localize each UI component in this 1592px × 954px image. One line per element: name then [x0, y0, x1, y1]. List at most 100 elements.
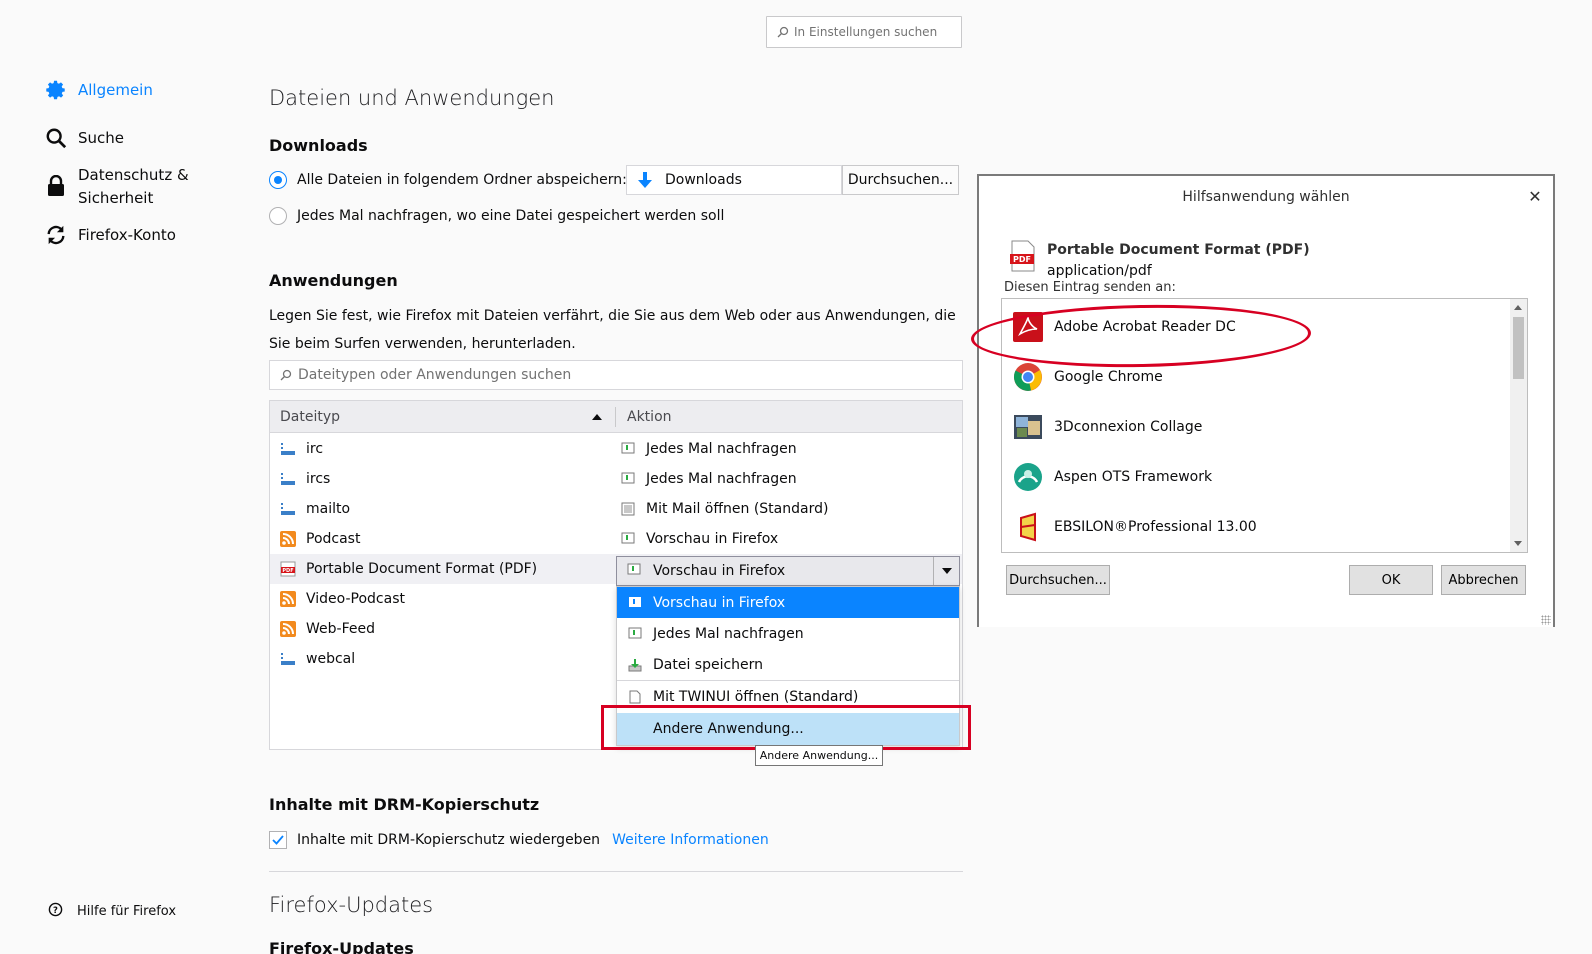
- pdf-icon: PDF: [1009, 240, 1037, 282]
- feed-icon: [280, 621, 296, 637]
- mail-app-icon: [620, 501, 636, 517]
- chevron-down-icon[interactable]: [933, 557, 959, 585]
- table-row[interactable]: Podcast Vorschau in Firefox: [270, 524, 962, 554]
- menu-item-preview[interactable]: Vorschau in Firefox: [617, 587, 959, 618]
- ask-icon: [620, 471, 636, 487]
- filetype-label: webcal: [306, 651, 356, 667]
- helper-app-dialog: Hilfsanwendung wählen ✕ PDF Portable Doc…: [977, 174, 1555, 627]
- always-ask-label: Jedes Mal nachfragen, wo eine Datei gesp…: [297, 208, 725, 224]
- drm-checkbox-label: Inhalte mit DRM-Kopierschutz wiedergeben: [297, 832, 601, 848]
- help-link[interactable]: ? Hilfe für Firefox: [48, 902, 176, 921]
- browse-download-folder-button[interactable]: Durchsuchen...: [842, 165, 959, 195]
- gear-icon: [44, 78, 68, 102]
- feed-icon: [280, 591, 296, 607]
- sidebar-item-datenschutz[interactable]: Datenschutz & Sicherheit: [44, 164, 189, 210]
- filetype-search-input[interactable]: Dateitypen oder Anwendungen suchen: [269, 360, 963, 390]
- table-header: Dateityp Aktion: [270, 401, 962, 433]
- svg-text:PDF: PDF: [282, 568, 293, 574]
- table-row[interactable]: irc Jedes Mal nachfragen: [270, 434, 962, 464]
- dialog-browse-button[interactable]: Durchsuchen...: [1006, 565, 1110, 595]
- download-arrow-icon: [638, 172, 652, 188]
- dialog-file-type: Portable Document Format (PDF): [1047, 242, 1310, 258]
- ask-icon: [620, 531, 636, 547]
- menu-item-label: Jedes Mal nachfragen: [653, 625, 804, 642]
- table-row[interactable]: mailto Mit Mail öffnen (Standard): [270, 494, 962, 524]
- page-title: Dateien und Anwendungen: [269, 86, 555, 110]
- drm-more-info-link[interactable]: Weitere Informationen: [612, 832, 769, 848]
- protocol-icon: [280, 441, 296, 457]
- download-folder-name: Downloads: [665, 172, 742, 188]
- ebsilon-icon: [1012, 511, 1044, 543]
- table-row[interactable]: ircs Jedes Mal nachfragen: [270, 464, 962, 494]
- sort-ascending-icon: [592, 414, 602, 420]
- filetype-label: ircs: [306, 471, 331, 487]
- radio-selected[interactable]: [269, 171, 287, 189]
- list-item-3dconnexion[interactable]: 3Dconnexion Collage: [1012, 402, 1202, 452]
- svg-text:PDF: PDF: [1013, 255, 1031, 264]
- chrome-icon: [1012, 361, 1044, 393]
- save-to-folder-radio[interactable]: Alle Dateien in folgendem Ordner abspeic…: [269, 171, 627, 189]
- list-item-ebsilon[interactable]: EBSILON®Professional 13.00: [1012, 502, 1257, 552]
- sidebar-item-label: Datenschutz &: [78, 166, 189, 184]
- sidebar-item-label: Allgemein: [78, 81, 153, 99]
- download-folder-field[interactable]: Downloads: [626, 165, 842, 195]
- menu-item-always-ask[interactable]: Jedes Mal nachfragen: [617, 618, 959, 649]
- menu-item-label: Mit TWINUI öffnen (Standard): [653, 688, 859, 705]
- dialog-title: Hilfsanwendung wählen: [979, 176, 1553, 218]
- scrollbar-thumb[interactable]: [1513, 317, 1524, 379]
- tooltip: Andere Anwendung...: [755, 745, 883, 766]
- search-icon: [280, 369, 292, 381]
- filetype-label: Video-Podcast: [306, 591, 405, 607]
- help-label: Hilfe für Firefox: [77, 904, 177, 919]
- sidebar-item-allgemein[interactable]: Allgemein: [44, 78, 153, 102]
- sidebar-item-suche[interactable]: Suche: [44, 126, 124, 150]
- app-list-scrollbar[interactable]: [1510, 299, 1527, 552]
- settings-search-input[interactable]: In Einstellungen suchen: [766, 16, 962, 48]
- lock-icon: [44, 174, 68, 198]
- scroll-down-icon[interactable]: [1514, 541, 1522, 546]
- preview-icon: [627, 595, 643, 611]
- list-item-aspen[interactable]: Aspen OTS Framework: [1012, 452, 1212, 502]
- search-icon: [44, 126, 68, 150]
- applications-heading: Anwendungen: [269, 271, 398, 290]
- cancel-button[interactable]: Abbrechen: [1441, 565, 1526, 595]
- resize-grip[interactable]: [1541, 615, 1551, 625]
- filetype-label: mailto: [306, 501, 351, 517]
- action-label: Jedes Mal nachfragen: [646, 441, 797, 457]
- dialog-file-info: PDF Portable Document Format (PDF) appli…: [1009, 240, 1310, 282]
- ok-button[interactable]: OK: [1349, 565, 1433, 595]
- menu-item-save-file[interactable]: Datei speichern: [617, 649, 959, 680]
- sync-icon: [44, 223, 68, 247]
- scroll-up-icon[interactable]: [1514, 305, 1522, 310]
- filetype-label: irc: [306, 441, 324, 457]
- radio-unselected[interactable]: [269, 207, 287, 225]
- action-label: Jedes Mal nachfragen: [646, 471, 797, 487]
- always-ask-radio[interactable]: Jedes Mal nachfragen, wo eine Datei gesp…: [269, 207, 724, 225]
- filetype-label: Podcast: [306, 531, 361, 547]
- app-label: Aspen OTS Framework: [1054, 469, 1213, 485]
- applications-description: Legen Sie fest, wie Firefox mit Dateien …: [269, 308, 956, 352]
- feed-icon: [280, 531, 296, 547]
- collage-app-icon: [1012, 411, 1044, 443]
- protocol-icon: [280, 471, 296, 487]
- save-file-icon: [627, 657, 643, 673]
- sidebar-item-label: Firefox-Konto: [78, 226, 176, 244]
- help-icon: ?: [48, 902, 63, 921]
- settings-search-placeholder: In Einstellungen suchen: [794, 25, 938, 39]
- close-icon[interactable]: ✕: [1525, 186, 1545, 206]
- action-select-value: Vorschau in Firefox: [653, 563, 786, 579]
- app-label: 3Dconnexion Collage: [1054, 419, 1203, 435]
- updates-title: Firefox-Updates: [269, 893, 434, 917]
- column-header-aktion[interactable]: Aktion: [627, 409, 672, 425]
- sidebar-item-firefox-konto[interactable]: Firefox-Konto: [44, 223, 176, 247]
- downloads-heading: Downloads: [269, 136, 368, 155]
- menu-item-label: Vorschau in Firefox: [653, 594, 786, 611]
- drm-heading: Inhalte mit DRM-Kopierschutz: [269, 795, 540, 814]
- send-to-label: Diesen Eintrag senden an:: [1004, 280, 1176, 295]
- dialog-mime-type: application/pdf: [1047, 263, 1152, 279]
- action-select[interactable]: Vorschau in Firefox: [616, 556, 960, 586]
- column-header-dateityp[interactable]: Dateityp: [280, 409, 340, 425]
- column-separator: [615, 407, 616, 427]
- drm-checkbox[interactable]: [269, 831, 287, 849]
- ask-icon: [620, 441, 636, 457]
